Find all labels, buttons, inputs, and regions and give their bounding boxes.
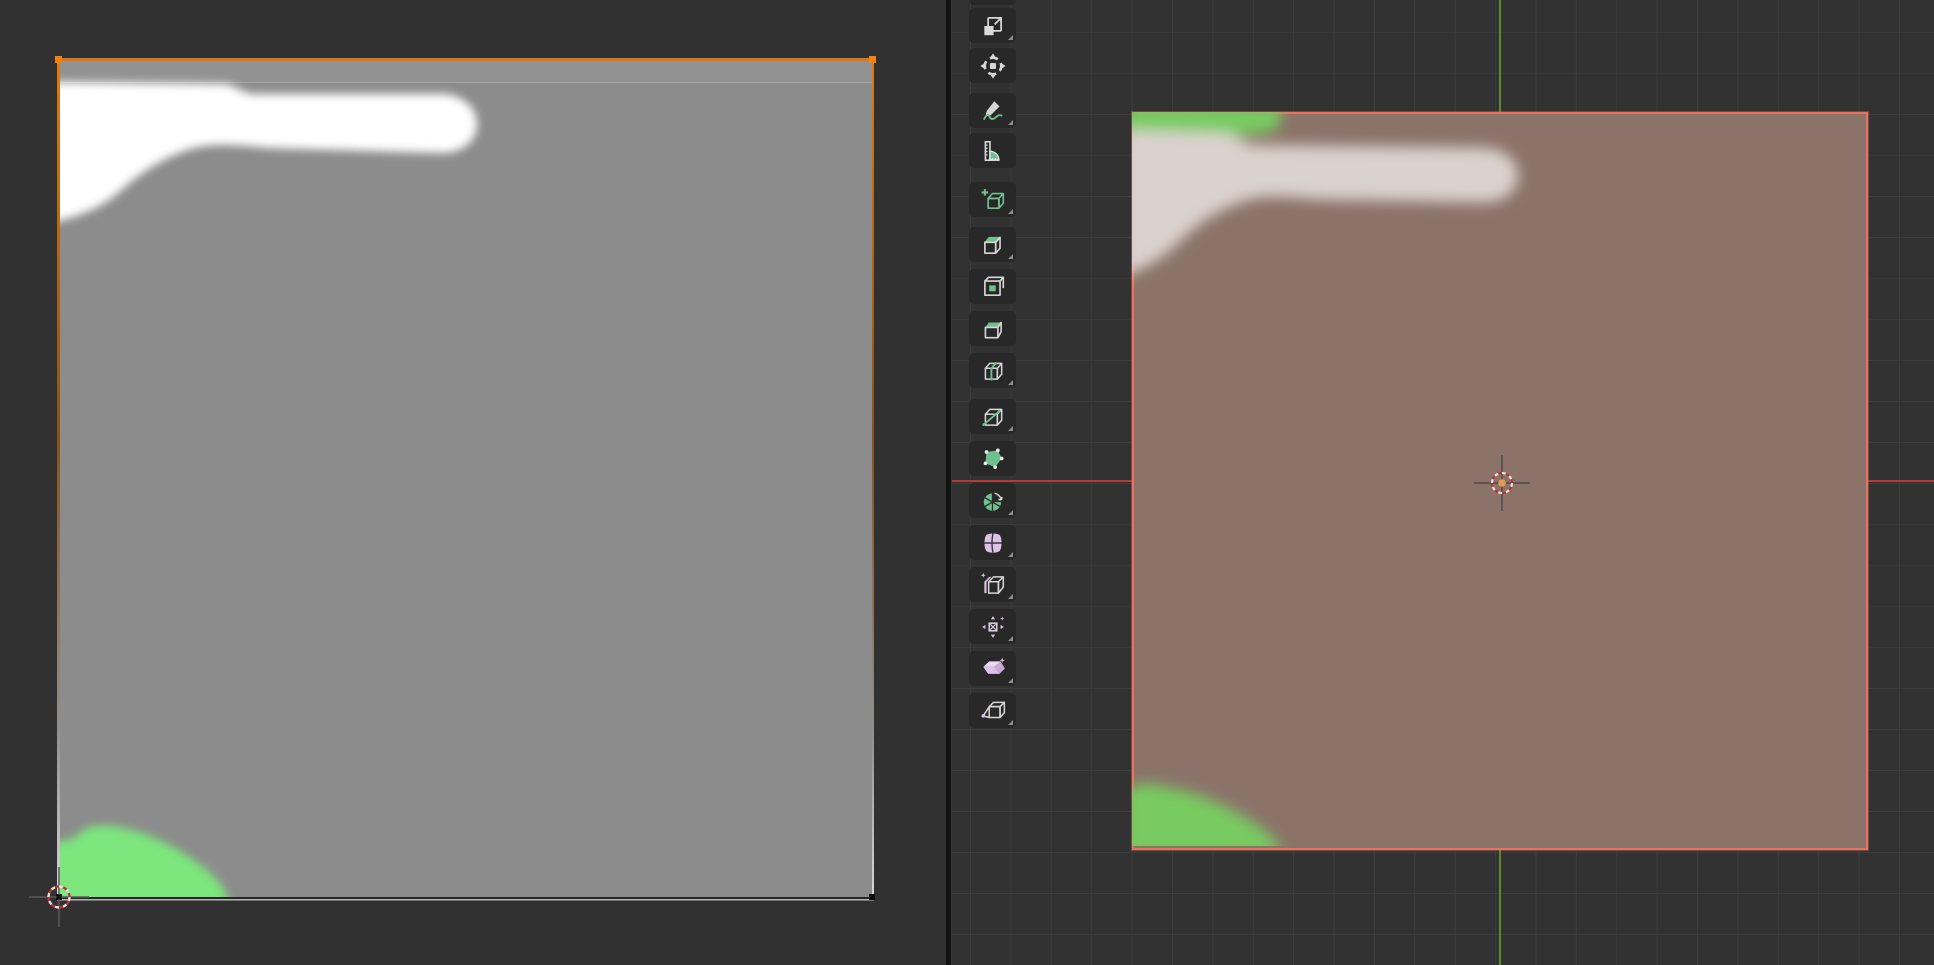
tool-annotate[interactable] [969,93,1016,128]
tool-rotate-clipped[interactable] [969,0,1016,5]
viewport-3d-pane[interactable] [952,0,1934,965]
shrink-fatten-icon [980,614,1006,640]
rip-region-icon [980,698,1006,724]
bevel-icon [980,316,1006,342]
tool-scale[interactable] [969,8,1016,43]
uv-vertex-top-right[interactable] [869,56,876,63]
uv-edge-right [872,60,875,897]
uv-edge-top [57,58,874,61]
cursor-3d-icon[interactable] [1458,439,1546,527]
scale-icon [980,13,1006,39]
add-cube-icon [980,187,1006,213]
plane-white-paint-stroke [1132,130,1518,277]
tool-rip-region[interactable] [969,693,1016,728]
canvas-paint-layer [59,60,872,897]
tool-shear[interactable] [969,651,1016,686]
loop-cut-icon [980,358,1006,384]
transform-icon [980,53,1006,79]
object-origin-dot [1498,479,1506,487]
plane-green-patch-bottom [1132,784,1281,846]
uv-vertex-top-left[interactable] [55,56,62,63]
extrude-region-icon [980,232,1006,258]
uv-image-editor-pane[interactable] [0,0,946,965]
tool-extrude-region[interactable] [969,227,1016,262]
uv-vertex-bottom-right[interactable] [869,894,875,900]
tool-smooth[interactable] [969,525,1016,560]
tool-edge-slide[interactable] [969,567,1016,602]
smooth-icon [980,530,1006,556]
knife-icon [980,404,1006,430]
measure-icon [980,138,1006,164]
spin-icon [980,488,1006,514]
texture-canvas[interactable] [59,60,872,897]
plane-object[interactable] [1132,112,1868,850]
white-paint-stroke [59,82,477,224]
tool-poly-build[interactable] [969,441,1016,476]
blender-workspace [0,0,1934,965]
uv-edge-left [57,60,60,897]
tool-inset-faces[interactable] [969,269,1016,304]
uv-edge-bottom [57,897,874,899]
cursor-2d-icon[interactable] [15,853,103,941]
tool-spin[interactable] [969,483,1016,518]
shear-icon [980,656,1006,682]
tool-measure[interactable] [969,133,1016,168]
tool-bevel[interactable] [969,311,1016,346]
tool-transform[interactable] [969,48,1016,83]
tool-loop-cut[interactable] [969,353,1016,388]
tool-knife[interactable] [969,399,1016,434]
tool-add-cube[interactable] [969,182,1016,217]
poly-build-icon [980,446,1006,472]
annotate-icon [980,98,1006,124]
edge-slide-icon [980,572,1006,598]
inset-faces-icon [980,274,1006,300]
tool-shrink-fatten[interactable] [969,609,1016,644]
